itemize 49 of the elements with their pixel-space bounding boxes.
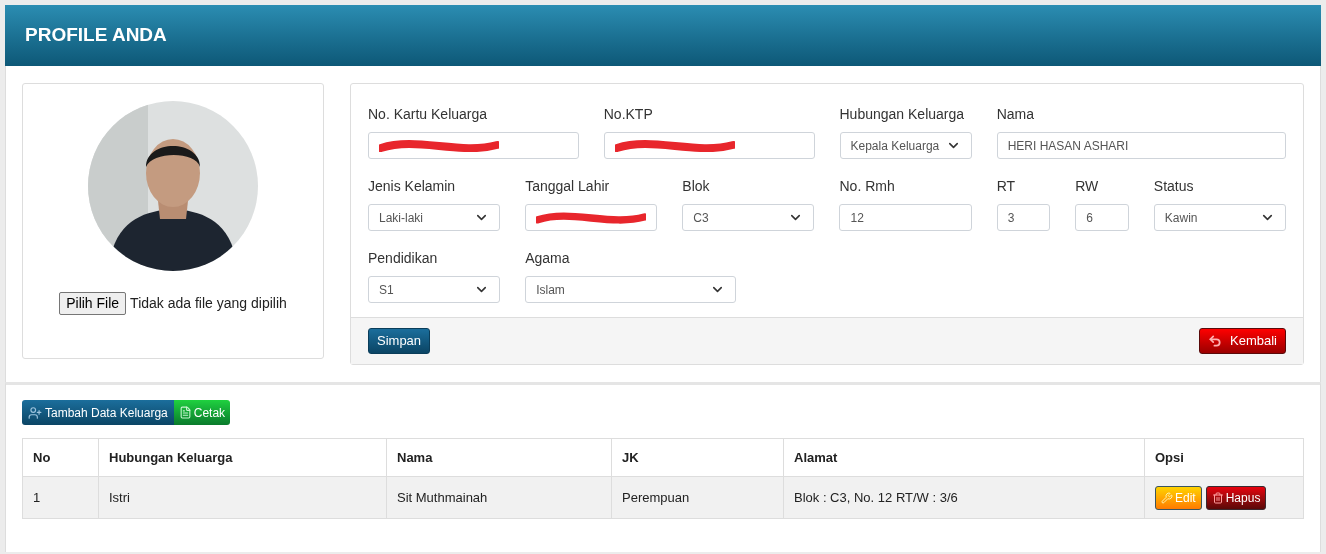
- field-label: No.KTP: [603, 105, 654, 124]
- user-plus-icon: [28, 405, 42, 420]
- column-header: Hubungan Keluarga: [98, 438, 387, 477]
- field-label: Tanggal Lahir: [525, 177, 611, 196]
- input-field[interactable]: [525, 204, 658, 231]
- input-field[interactable]: HERI HASAN ASHARI: [996, 132, 1286, 159]
- field-label: Agama: [525, 249, 571, 268]
- column-header: No: [22, 438, 99, 477]
- delete-button[interactable]: Hapus: [1205, 485, 1267, 510]
- dropdown[interactable]: Kepala Keluarga: [839, 132, 972, 159]
- field-label: Pendidikan: [368, 249, 439, 268]
- field-label: Jenis Kelamin: [368, 177, 457, 196]
- input-field[interactable]: 12: [839, 204, 972, 231]
- table-cell: Perempuan: [611, 476, 784, 519]
- input-field[interactable]: [603, 132, 815, 159]
- field-label: No. Rmh: [839, 177, 896, 196]
- dropdown[interactable]: Laki-laki: [368, 204, 501, 231]
- trash-icon: [1211, 491, 1224, 504]
- dropdown[interactable]: S1: [368, 276, 501, 303]
- add-family-button[interactable]: Tambah Data Keluarga: [22, 400, 174, 425]
- dropdown[interactable]: Kawin: [1153, 204, 1286, 231]
- back-button[interactable]: Kembali: [1199, 328, 1286, 354]
- table-cell: 1: [22, 476, 99, 519]
- column-header: Opsi: [1144, 438, 1304, 477]
- dropdown[interactable]: Islam: [525, 276, 736, 303]
- undo-icon: [1208, 334, 1223, 348]
- column-header: JK: [611, 438, 784, 477]
- input-field[interactable]: [368, 132, 579, 159]
- field-label: RW: [1075, 177, 1100, 196]
- dropdown[interactable]: C3: [682, 204, 815, 231]
- input-field[interactable]: 3: [996, 204, 1051, 231]
- input-field[interactable]: 6: [1075, 204, 1129, 231]
- document-icon: [178, 406, 192, 419]
- table-cell: Blok : C3, No. 12 RT/W : 3/6: [783, 476, 1145, 519]
- file-status: Tidak ada file yang dipilih: [130, 294, 287, 313]
- table-cell: Sit Muthmainah: [386, 476, 612, 519]
- column-header: Alamat: [783, 438, 1145, 477]
- field-label: Status: [1153, 177, 1195, 196]
- field-label: Nama: [996, 105, 1035, 124]
- page-title: PROFILE ANDA: [25, 23, 167, 48]
- choose-file-button[interactable]: Pilih File: [59, 292, 127, 315]
- field-label: Hubungan Keluarga: [839, 105, 966, 124]
- save-button[interactable]: Simpan: [368, 328, 431, 354]
- field-label: RT: [996, 177, 1017, 196]
- field-label: No. Kartu Keluarga: [368, 105, 489, 124]
- column-header: Nama: [386, 438, 612, 477]
- table-cell: Istri: [98, 476, 387, 519]
- wrench-icon: [1161, 491, 1173, 504]
- field-label: Blok: [682, 177, 711, 196]
